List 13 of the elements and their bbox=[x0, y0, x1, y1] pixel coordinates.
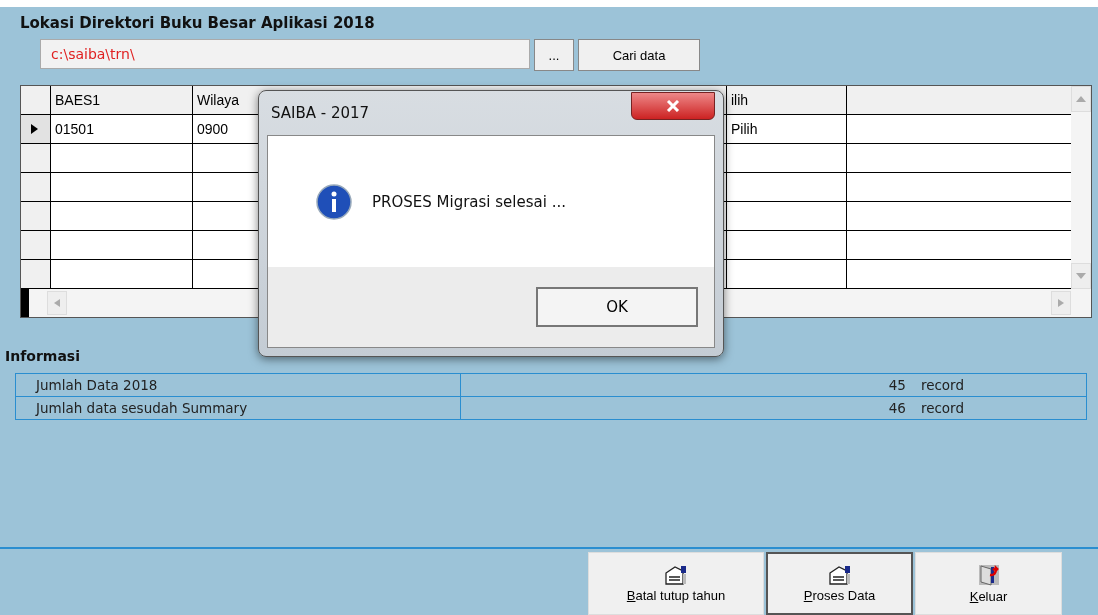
record-count: 45 bbox=[888, 377, 906, 393]
section-title: Lokasi Direktori Buku Besar Aplikasi 2018 bbox=[20, 14, 376, 34]
table-cell: 01501 bbox=[55, 121, 94, 137]
unit-label: record bbox=[920, 377, 964, 393]
dialog-message: PROSES Migrasi selesai ... bbox=[372, 192, 566, 211]
section-title: Informasi bbox=[5, 348, 81, 366]
unit-label: record bbox=[920, 400, 964, 416]
info-label: Jumlah Data 2018 bbox=[36, 377, 158, 393]
table-cell: 0900 bbox=[197, 121, 229, 137]
table-cell: Pilih bbox=[731, 121, 758, 137]
record-count: 46 bbox=[888, 400, 906, 416]
dialog-title: SAIBA - 2017 bbox=[271, 104, 370, 122]
info-label: Jumlah data sesudah Summary bbox=[36, 400, 248, 416]
